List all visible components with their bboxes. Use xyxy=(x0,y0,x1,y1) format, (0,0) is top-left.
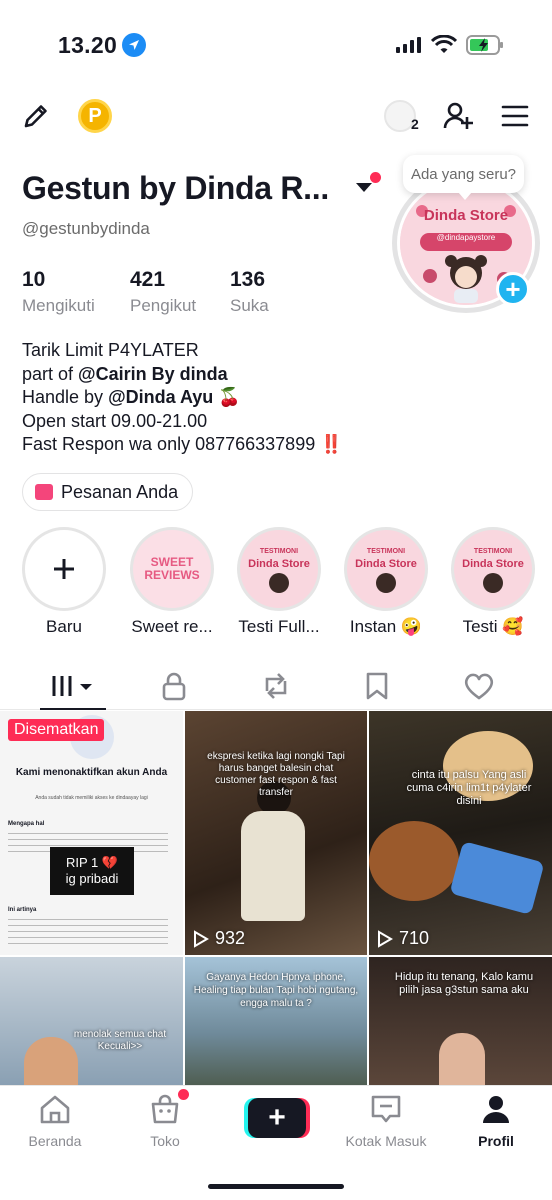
add-story-plus-icon[interactable]: + xyxy=(496,272,530,306)
orders-button[interactable]: Pesanan Anda xyxy=(22,473,194,511)
avatar-title: Dinda Store xyxy=(423,207,509,224)
pinned-badge: Disematkan xyxy=(8,719,105,741)
view-count: 710 xyxy=(377,928,429,949)
lock-icon[interactable] xyxy=(158,670,190,702)
create-video-button[interactable]: + xyxy=(248,1098,306,1138)
stat-followers[interactable]: 421 Pengikut xyxy=(130,268,196,316)
signal-icon xyxy=(396,37,421,53)
profile-person-icon xyxy=(483,1096,509,1123)
plus-icon xyxy=(22,527,106,611)
coins-icon[interactable]: P xyxy=(78,99,112,133)
profile-bio: Tarik Limit P4YLATER part of @Cairin By … xyxy=(22,340,343,454)
nav-shop[interactable]: Toko xyxy=(120,1094,210,1149)
heart-icon[interactable] xyxy=(462,670,496,702)
video-tile-3[interactable]: cinta itu palsu Yang asli cuma c4irin li… xyxy=(369,711,552,955)
highlight-testi-full[interactable]: TESTIMONI Dinda Store Testi Full... xyxy=(237,527,321,637)
profile-name[interactable]: Gestun by Dinda R... xyxy=(22,170,329,207)
repost-icon[interactable] xyxy=(259,670,293,702)
highlight-sweet-reviews[interactable]: SWEET REVIEWS Sweet re... xyxy=(130,527,214,637)
highlight-instan[interactable]: TESTIMONI Dinda Store Instan 🤪 xyxy=(344,527,428,637)
video-tile-6[interactable]: Hidup itu tenang, Kalo kamu pilih jasa g… xyxy=(369,957,552,1085)
menu-icon[interactable] xyxy=(500,101,530,131)
video-tile-5[interactable]: Gayanya Hedon Hpnya iphone, Healing tiap… xyxy=(185,957,367,1085)
status-prompt-bubble[interactable]: Ada yang seru? xyxy=(403,155,524,200)
wifi-icon xyxy=(431,35,457,53)
home-indicator xyxy=(208,1184,344,1189)
videos-grid-icon[interactable] xyxy=(48,670,98,702)
account-switch-chevron-icon[interactable] xyxy=(356,183,372,192)
stat-likes[interactable]: 136 Suka xyxy=(230,268,269,316)
shopping-bag-icon xyxy=(35,484,53,500)
inbox-icon xyxy=(371,1095,401,1123)
nav-profile[interactable]: Profil xyxy=(451,1094,541,1149)
location-arrow-icon xyxy=(122,33,146,57)
bio-mention-cairin[interactable]: @Cairin By dinda xyxy=(78,364,228,384)
add-friend-icon[interactable] xyxy=(441,99,475,133)
highlight-new[interactable]: Baru xyxy=(22,527,106,637)
shop-notification-dot xyxy=(178,1089,189,1100)
battery-charging-icon xyxy=(466,35,503,55)
video-tile-4[interactable]: menolak semua chat Kecuali>> xyxy=(0,957,183,1085)
bookmark-icon[interactable] xyxy=(362,670,392,702)
video-sticker: RIP 1 💔 ig pribadi xyxy=(50,847,134,895)
bio-mention-dinda[interactable]: @Dinda Ayu xyxy=(108,387,213,407)
avatar-subtitle: @dindapaystore xyxy=(436,233,496,242)
video-tile-pinned[interactable]: Kami menonaktifkan akun Anda Anda sudah … xyxy=(0,711,183,955)
nav-inbox[interactable]: Kotak Masuk xyxy=(341,1094,431,1149)
active-tab-underline xyxy=(40,708,106,710)
view-count: 932 xyxy=(193,928,245,949)
home-icon xyxy=(40,1095,70,1124)
stat-following[interactable]: 10 Mengikuti xyxy=(22,268,95,316)
shop-bag-icon xyxy=(151,1094,179,1124)
status-bar: 13.20 xyxy=(0,0,552,90)
status-time: 13.20 xyxy=(58,32,118,58)
notification-dot xyxy=(370,172,381,183)
video-tile-2[interactable]: ekspresi ketika lagi nongki Tapi harus b… xyxy=(185,711,367,955)
edit-pencil-icon[interactable] xyxy=(20,100,52,132)
profile-username: @gestunbydinda xyxy=(22,219,150,238)
highlight-testi[interactable]: TESTIMONI Dinda Store Testi 🥰 xyxy=(451,527,535,637)
nav-home[interactable]: Beranda xyxy=(10,1094,100,1149)
friends-count: 2 xyxy=(411,116,419,132)
